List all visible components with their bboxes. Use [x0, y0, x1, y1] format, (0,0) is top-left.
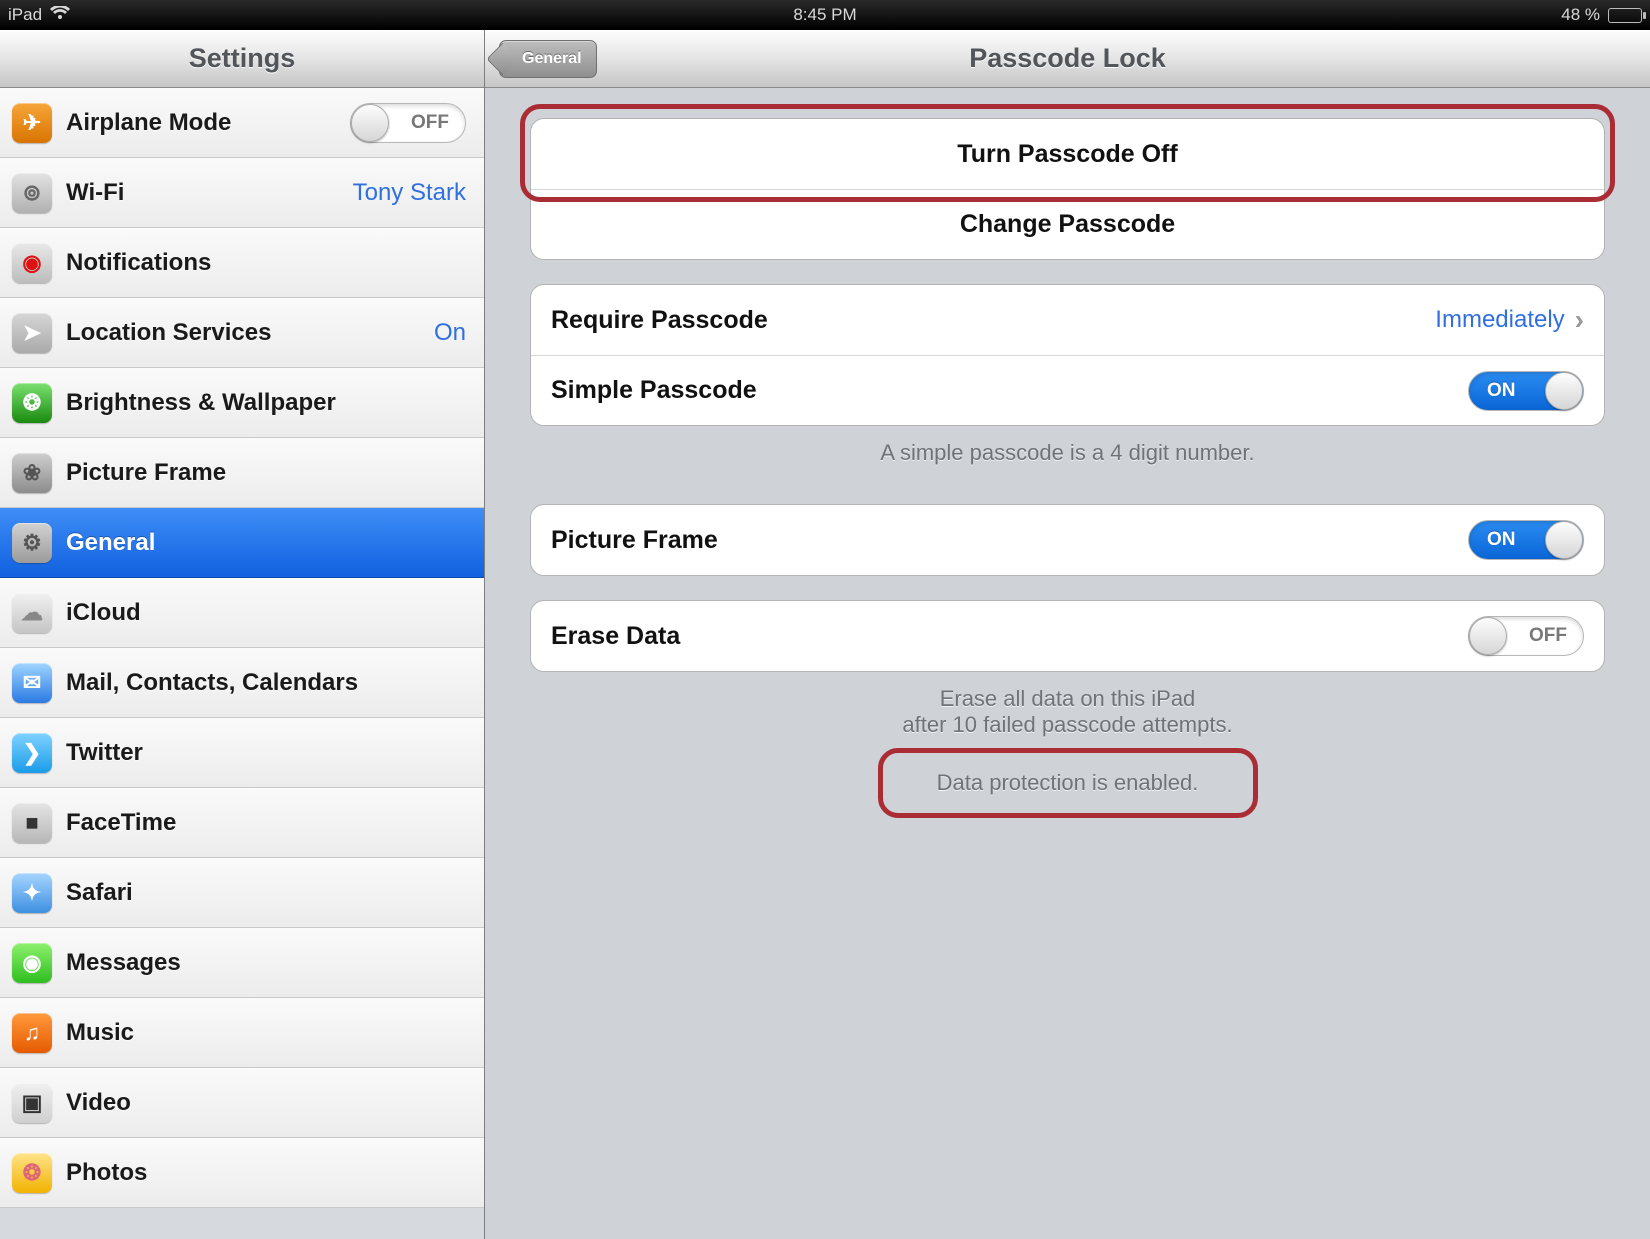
change-passcode-button[interactable]: Change Passcode — [531, 189, 1604, 259]
video-icon: ▣ — [12, 1083, 52, 1123]
airplane-icon: ✈ — [12, 103, 52, 143]
require-passcode-row[interactable]: Require Passcode Immediately › — [531, 285, 1604, 355]
passcode-settings-group: Require Passcode Immediately › Simple Pa… — [530, 284, 1605, 480]
sidebar-item-music[interactable]: ♫ Music — [0, 998, 484, 1068]
simple-passcode-description: A simple passcode is a 4 digit number. — [530, 426, 1605, 480]
erase-data-toggle[interactable]: ONOFF — [1468, 616, 1584, 656]
picture-frame-icon: ❀ — [12, 453, 52, 493]
picture-frame-toggle[interactable]: ONOFF — [1468, 520, 1584, 560]
sidebar-item-location-services[interactable]: ➤ Location Services On — [0, 298, 484, 368]
erase-data-description-line2: after 10 failed passcode attempts. — [902, 712, 1232, 737]
erase-data-description: Erase all data on this iPad after 10 fai… — [530, 672, 1605, 752]
status-right: 48 % — [1561, 5, 1642, 25]
sidebar-item-label: Video — [66, 1089, 131, 1117]
sidebar-item-label: Brightness & Wallpaper — [66, 389, 336, 417]
back-button[interactable]: General — [499, 40, 597, 78]
sidebar-item-label: Photos — [66, 1159, 147, 1187]
detail-header: General Passcode Lock — [485, 30, 1650, 88]
sidebar-item-label: Mail, Contacts, Calendars — [66, 669, 358, 697]
chevron-right-icon: › — [1575, 304, 1584, 336]
sidebar-item-label: Twitter — [66, 739, 143, 767]
messages-icon: ◉ — [12, 943, 52, 983]
picture-frame-label: Picture Frame — [551, 526, 718, 555]
sidebar-item-video[interactable]: ▣ Video — [0, 1068, 484, 1138]
erase-data-label: Erase Data — [551, 622, 680, 651]
sidebar-item-label: Notifications — [66, 249, 211, 277]
sidebar-item-safari[interactable]: ✦ Safari — [0, 858, 484, 928]
sidebar-item-toggle[interactable]: ONOFF — [350, 103, 466, 143]
status-left: iPad — [8, 5, 70, 25]
turn-passcode-off-label: Turn Passcode Off — [551, 140, 1584, 169]
sidebar-item-facetime[interactable]: ■ FaceTime — [0, 788, 484, 858]
sidebar-item-label: Location Services — [66, 319, 271, 347]
sidebar-item-general[interactable]: ⚙ General — [0, 508, 484, 578]
data-protection-label: Data protection is enabled. — [530, 760, 1605, 810]
battery-percent-label: 48 % — [1561, 5, 1600, 25]
require-passcode-value: Immediately — [1435, 306, 1564, 334]
sidebar-item-picture-frame[interactable]: ❀ Picture Frame — [0, 438, 484, 508]
sidebar-item-messages[interactable]: ◉ Messages — [0, 928, 484, 998]
simple-passcode-row: Simple Passcode ONOFF — [531, 355, 1604, 425]
sidebar-item-brightness-wallpaper[interactable]: ❂ Brightness & Wallpaper — [0, 368, 484, 438]
music-icon: ♫ — [12, 1013, 52, 1053]
detail-pane: General Passcode Lock Turn Passcode Off … — [485, 30, 1650, 1239]
erase-data-row: Erase Data ONOFF — [531, 601, 1604, 671]
sidebar-list[interactable]: ✈ Airplane Mode ONOFF ⊚ Wi-Fi Tony Stark ◉ Noti… — [0, 88, 484, 1239]
sidebar-item-value: Tony Stark — [353, 179, 466, 207]
sidebar-item-airplane-mode[interactable]: ✈ Airplane Mode ONOFF — [0, 88, 484, 158]
erase-data-group: Erase Data ONOFF Erase all data on this … — [530, 600, 1605, 810]
sidebar-item-label: iCloud — [66, 599, 141, 627]
sidebar-item-value: On — [434, 319, 466, 347]
wifi-icon — [50, 5, 70, 25]
sidebar-item-label: Picture Frame — [66, 459, 226, 487]
photos-icon: ❂ — [12, 1153, 52, 1193]
sidebar-item-label: Wi-Fi — [66, 179, 124, 207]
passcode-actions-group: Turn Passcode Off Change Passcode — [530, 118, 1605, 260]
status-device-label: iPad — [8, 5, 42, 25]
sidebar-title: Settings — [189, 43, 296, 74]
sidebar-item-label: Messages — [66, 949, 181, 977]
detail-title: Passcode Lock — [969, 43, 1166, 74]
sidebar-item-label: Safari — [66, 879, 133, 907]
back-button-label: General — [522, 50, 582, 68]
sidebar-item-wi-fi[interactable]: ⊚ Wi-Fi Tony Stark — [0, 158, 484, 228]
sidebar-item-label: Airplane Mode — [66, 109, 231, 137]
picture-frame-row: Picture Frame ONOFF — [531, 505, 1604, 575]
change-passcode-label: Change Passcode — [551, 210, 1584, 239]
notifications-icon: ◉ — [12, 243, 52, 283]
sidebar-item-twitter[interactable]: ❯ Twitter — [0, 718, 484, 788]
wifi-icon: ⊚ — [12, 173, 52, 213]
sidebar-item-label: General — [66, 529, 155, 557]
location-icon: ➤ — [12, 313, 52, 353]
simple-passcode-toggle[interactable]: ONOFF — [1468, 371, 1584, 411]
safari-icon: ✦ — [12, 873, 52, 913]
general-icon: ⚙ — [12, 523, 52, 563]
sidebar-item-icloud[interactable]: ☁ iCloud — [0, 578, 484, 648]
simple-passcode-label: Simple Passcode — [551, 376, 757, 405]
require-passcode-label: Require Passcode — [551, 306, 768, 335]
battery-icon — [1608, 8, 1642, 23]
brightness-icon: ❂ — [12, 383, 52, 423]
mail-icon: ✉ — [12, 663, 52, 703]
picture-frame-group: Picture Frame ONOFF — [530, 504, 1605, 576]
sidebar-item-mail-contacts-calendars[interactable]: ✉ Mail, Contacts, Calendars — [0, 648, 484, 718]
sidebar-item-label: Music — [66, 1019, 134, 1047]
facetime-icon: ■ — [12, 803, 52, 843]
status-bar: iPad 8:45 PM 48 % — [0, 0, 1650, 30]
status-time: 8:45 PM — [793, 5, 856, 25]
settings-sidebar: Settings ✈ Airplane Mode ONOFF ⊚ Wi-Fi Tony S… — [0, 30, 485, 1239]
sidebar-item-label: FaceTime — [66, 809, 176, 837]
erase-data-description-line1: Erase all data on this iPad — [940, 686, 1196, 711]
twitter-icon: ❯ — [12, 733, 52, 773]
sidebar-header: Settings — [0, 30, 484, 88]
sidebar-item-photos[interactable]: ❂ Photos — [0, 1138, 484, 1208]
sidebar-item-notifications[interactable]: ◉ Notifications — [0, 228, 484, 298]
icloud-icon: ☁ — [12, 593, 52, 633]
turn-passcode-off-button[interactable]: Turn Passcode Off — [531, 119, 1604, 189]
detail-body: Turn Passcode Off Change Passcode Requir… — [485, 88, 1650, 1239]
